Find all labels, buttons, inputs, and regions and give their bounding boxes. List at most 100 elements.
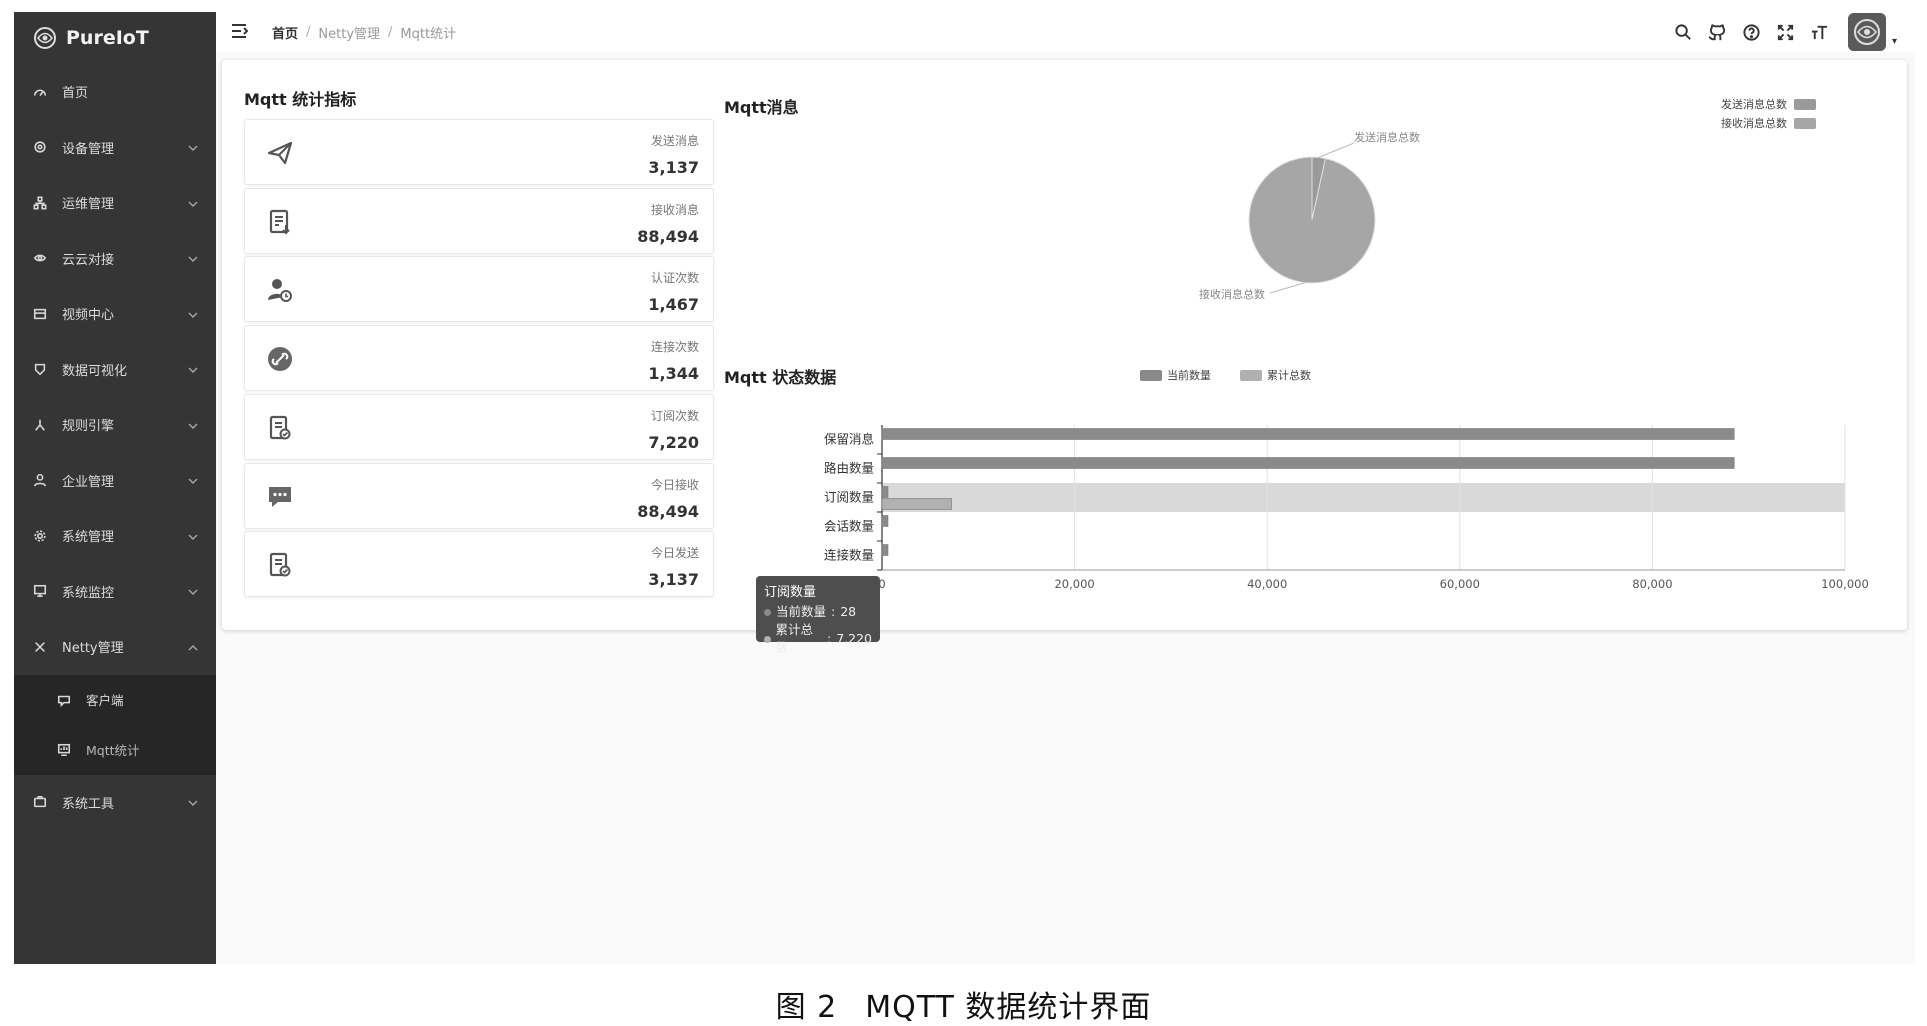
message-pie-chart: 发送消息总数接收消息总数发送消息总数接收消息总数 [1199,97,1816,301]
chevron-down-icon [188,420,198,430]
help-icon[interactable] [1742,22,1762,42]
stat-value: 1,344 [648,364,699,384]
stat-value: 88,494 [637,226,699,246]
stat-label: 连接次数 [650,340,699,355]
sidebar-item-netty[interactable]: Netty管理 [14,619,216,675]
sidebar-item-label: Mqtt统计 [86,743,140,758]
sidebar-item-video[interactable]: 视频中心 [14,286,216,342]
sidebar-item-label: 系统监控 [62,585,115,601]
sidebar-item-enterprise[interactable]: 企业管理 [14,453,216,509]
top-header: 首页 / Netty管理 / Mqtt统计 ▾ [216,12,1915,52]
sidebar-item-label: 云云对接 [62,252,115,268]
breadcrumb: 首页 / Netty管理 / Mqtt统计 [272,23,456,42]
font-size-icon[interactable] [1810,22,1830,42]
sidebar-item-label: 视频中心 [62,308,115,324]
enterprise-icon [32,472,48,488]
tooltip-row-label: 当前数量 [776,604,827,619]
sidebar-item-gear[interactable]: 系统管理 [14,508,216,564]
chevron-up-icon [188,642,198,652]
fullscreen-icon[interactable] [1776,22,1796,42]
bar[interactable] [881,515,889,527]
pie-slice[interactable] [1248,156,1376,284]
avatar[interactable] [1847,13,1886,51]
y-category-label: 会话数量 [824,519,874,534]
logo[interactable]: PureIoT [14,12,216,64]
avatar-dropdown-icon[interactable]: ▾ [1892,36,1897,47]
sidebar-item-sub-stats[interactable]: Mqtt统计 [14,725,216,775]
github-icon[interactable] [1708,22,1728,42]
stat-card: 发送消息 3,137 [244,119,714,185]
pie-legend-swatch[interactable] [1794,99,1816,110]
send-doc-icon [265,550,295,580]
sidebar-item-dashboard[interactable]: 首页 [14,64,216,120]
device-icon [32,139,48,155]
stat-card: 连接次数 1,344 [244,325,714,392]
chat-icon [265,482,295,512]
sidebar-item-chart[interactable]: 数据可视化 [14,342,216,398]
breadcrumb-home[interactable]: 首页 [272,23,298,42]
chevron-down-icon [188,142,198,152]
chevron-down-icon [188,253,198,263]
video-icon [32,306,48,322]
bar-legend-swatch[interactable] [1240,370,1262,381]
client-icon [56,692,72,708]
main-content: Mqtt 统计指标 发送消息 3,137 接收消息 88,494 认证次数 1,467 连接… [216,52,1915,964]
sidebar-item-rule[interactable]: 规则引擎 [14,397,216,453]
bar[interactable] [881,544,889,556]
bar[interactable] [881,457,1735,469]
sidebar-item-org[interactable]: 运维管理 [14,175,216,231]
chevron-down-icon [188,309,198,319]
figure-caption: 图 2 MQTT 数据统计界面 [0,982,1927,1026]
x-tick-label: 60,000 [1440,577,1480,591]
pie-legend-swatch[interactable] [1794,118,1816,129]
paper-plane-icon [265,138,295,168]
stat-card: 接收消息 88,494 [244,187,714,254]
bar-legend-swatch[interactable] [1140,370,1162,381]
bar[interactable] [881,486,889,498]
logo-text: PureIoT [66,27,149,49]
pie-slice-label: 发送消息总数 [1354,130,1420,144]
bar[interactable] [881,428,1735,440]
stat-value: 1,467 [648,295,699,315]
caption-number: 图 2 [775,990,838,1025]
receive-doc-icon [265,207,295,237]
sidebar-item-monitor[interactable]: 系统监控 [14,564,216,620]
stat-label: 接收消息 [650,202,699,217]
chevron-down-icon [188,364,198,374]
sidebar-item-tools[interactable]: 系统工具 [14,775,216,831]
y-category-label: 保留消息 [824,432,874,447]
stat-value: 7,220 [648,432,699,452]
user-auth-icon [265,275,295,305]
sidebar-item-sub-client[interactable]: 客户端 [14,675,216,725]
pie-legend-label: 发送消息总数 [1721,97,1787,111]
sidebar-item-device[interactable]: 设备管理 [14,120,216,176]
sidebar-item-link[interactable]: 云云对接 [14,231,216,287]
gear-icon [32,528,48,544]
breadcrumb-current: Mqtt统计 [400,26,457,42]
stat-label: 订阅次数 [650,408,699,423]
bar-legend-label: 累计总数 [1267,368,1311,382]
stat-card: 订阅次数 7,220 [244,393,714,460]
sidebar-toggle-icon[interactable] [230,22,250,42]
bar-chart-title: Mqtt 状态数据 [724,368,837,387]
chevron-down-icon [188,531,198,541]
pie-label-line [1318,142,1355,158]
chevron-down-icon [188,797,198,807]
tooltip-row-value: 28 [840,604,857,619]
highlight-band [882,483,1845,512]
sidebar-item-label: 运维管理 [62,197,115,213]
tooltip-title: 订阅数量 [764,585,817,600]
stat-card: 今日接收 88,494 [244,462,714,529]
stats-icon [56,742,72,758]
stat-label: 今日发送 [650,546,699,561]
chart-icon [32,361,48,377]
app-window: PureIoT 首页 设备管理 运维管理 云云对接 视频中心 数据可视化 规则引擎 企业管理系… [14,12,1915,964]
bar-chart-tooltip: 订阅数量 当前数量: 28 累计总数: 7,220 [756,576,880,655]
chevron-down-icon [188,475,198,485]
sidebar-item-label: 数据可视化 [62,363,128,379]
bar[interactable] [881,498,952,510]
search-icon[interactable] [1674,22,1694,42]
stat-card: 认证次数 1,467 [244,256,714,323]
chevron-down-icon [188,198,198,208]
bar-legend-label: 当前数量 [1167,368,1211,382]
